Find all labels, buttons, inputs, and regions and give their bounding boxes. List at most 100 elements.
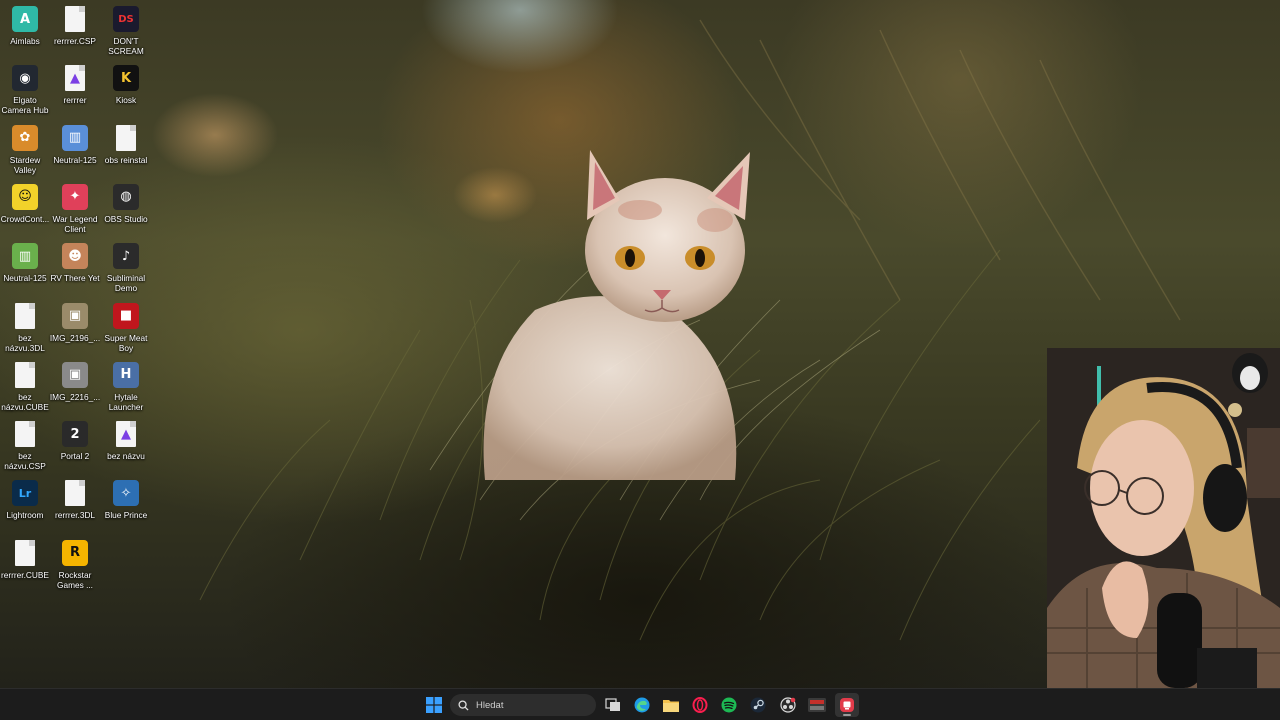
desktop-icon-image-file[interactable]: ▣ IMG_2196_... — [50, 297, 100, 343]
active-indicator — [843, 714, 851, 716]
subliminal-icon: ♪ — [113, 243, 139, 270]
kiosk-icon: K — [113, 65, 139, 92]
desktop-icon-label: CrowdCont... — [0, 213, 50, 224]
desktop-icon-rv-there-yet[interactable]: ☻ RV There Yet — [50, 237, 100, 283]
desktop-icon-affinity-file[interactable]: ▲ rerrrer — [50, 59, 100, 105]
desktop-icon-stardew-valley[interactable]: ✿ Stardew Valley — [0, 119, 50, 175]
desktop-icon-label: Neutral-125 — [3, 273, 47, 284]
file-icon — [65, 6, 85, 32]
image-file-icon: ▣ — [62, 361, 88, 388]
streamer-video — [1047, 348, 1280, 688]
desktop-icon-lightroom[interactable]: Lr Lightroom — [0, 474, 50, 520]
desktop-icon-label: IMG_2216_... — [49, 391, 101, 402]
elgato-camera-icon: ◉ — [12, 65, 38, 92]
lightroom-icon: Lr — [12, 480, 38, 507]
desktop-icon-label: War Legend Client — [52, 213, 98, 234]
taskbar-search[interactable]: Hledat — [450, 694, 596, 716]
desktop-icon-label: Blue Prince — [104, 510, 148, 521]
war-legend-icon: ✦ — [62, 183, 88, 210]
neutral-palette-icon: ▥ — [12, 243, 38, 270]
steam-button[interactable] — [746, 693, 770, 717]
desktop-icon-label: IMG_2196_... — [49, 332, 101, 343]
desktop-icon-file[interactable]: bez názvu.3DL — [0, 297, 50, 353]
desktop-icon-portal-2[interactable]: 2 Portal 2 — [50, 415, 100, 461]
dont-scream-icon: DS — [113, 6, 139, 32]
spotify-icon — [721, 697, 737, 713]
desktop-icon-label: Stardew Valley — [9, 154, 41, 175]
desktop-icon-file[interactable]: rerrrer.CSP — [50, 0, 100, 46]
stardew-valley-icon: ✿ — [12, 124, 38, 151]
task-view-button[interactable] — [601, 693, 625, 717]
desktop-icon-label: Neutral-125 — [53, 154, 97, 165]
rockstar-games-icon: R — [62, 539, 88, 566]
app-icon — [840, 698, 854, 712]
desktop-icon-label: Portal 2 — [60, 451, 90, 462]
edge-button[interactable] — [630, 693, 654, 717]
desktop-icon-label: RV There Yet — [50, 273, 100, 284]
desktop-icon-label: rerrrer.CUBE — [1, 569, 49, 580]
taskbar: Hledat — [0, 688, 1280, 720]
desktop-icon-file[interactable]: rerrrer.3DL — [50, 474, 100, 520]
crowdcontrol-icon: ☺ — [12, 183, 38, 210]
affinity-file-icon: ▲ — [116, 421, 136, 448]
desktop-icon-label: rerrrer.3DL — [54, 510, 96, 521]
spotify-button[interactable] — [717, 693, 741, 717]
desktop-icon-label: bez názvu.3DL — [5, 332, 45, 353]
affinity-file-icon: ▲ — [65, 65, 85, 92]
desktop-icon-super-meat-boy[interactable]: ■ Super Meat Boy — [101, 297, 151, 353]
start-button[interactable] — [422, 693, 446, 717]
desktop-icon-aimlabs[interactable]: A Aimlabs — [0, 0, 50, 46]
desktop-icon-json-file[interactable]: obs reinstal — [101, 119, 151, 165]
desktop-icon-kiosk[interactable]: K Kiosk — [101, 59, 151, 105]
desktop-icon-label: obs reinstal — [104, 154, 148, 165]
webcam-overlay — [1047, 348, 1280, 688]
desktop-icon-blue-prince[interactable]: ✧ Blue Prince — [101, 474, 151, 520]
rv-there-yet-icon: ☻ — [62, 243, 88, 270]
blue-prince-icon: ✧ — [113, 480, 139, 507]
desktop-icon-elgato-camera[interactable]: ◉ Elgato Camera Hub — [0, 59, 50, 115]
desktop-icon-label: bez názvu.CUBE — [1, 391, 49, 412]
desktop-icon-image-file[interactable]: ▣ IMG_2216_... — [50, 356, 100, 402]
image-file-icon: ▣ — [62, 302, 88, 329]
opera-gx-button[interactable] — [688, 693, 712, 717]
super-meat-boy-icon: ■ — [113, 302, 139, 329]
desktop-icon-label: Subliminal Demo — [106, 273, 146, 294]
search-icon — [458, 699, 469, 711]
file-icon — [65, 480, 85, 507]
desktop-icon-neutral-palette[interactable]: ▥ Neutral-125 — [0, 237, 50, 283]
file-explorer-button[interactable] — [659, 693, 683, 717]
desktop-icon-file[interactable]: rerrrer.CUBE — [0, 534, 50, 580]
desktop-icon-dont-scream[interactable]: DS DON'T SCREAM — [101, 0, 151, 56]
desktop-icon-file[interactable]: bez názvu.CUBE — [0, 356, 50, 412]
desktop-icon-label: Rockstar Games ... — [57, 569, 93, 590]
search-placeholder: Hledat — [476, 699, 504, 711]
desktop-icon-label: rerrrer.CSP — [54, 36, 96, 46]
hytale-icon: H — [113, 361, 139, 388]
task-view-icon — [605, 698, 620, 711]
desktop-icon-rockstar-games[interactable]: R Rockstar Games ... — [50, 534, 100, 590]
desktop-icon-subliminal[interactable]: ♪ Subliminal Demo — [101, 237, 151, 293]
cat-photo — [483, 150, 750, 480]
neutral-palette-icon: ▥ — [62, 124, 88, 151]
active-app-button[interactable] — [835, 693, 859, 717]
obs-studio-icon: ◍ — [113, 183, 139, 210]
streamer-app-button[interactable] — [805, 693, 829, 717]
desktop-icon-label: Lightroom — [6, 510, 44, 521]
desktop-icon-label: bez názvu — [107, 451, 145, 462]
desktop-icon-file[interactable]: bez názvu.CSP — [0, 415, 50, 471]
desktop-icon-war-legend[interactable]: ✦ War Legend Client — [50, 178, 100, 234]
desktop-icon-label: Hytale Launcher — [108, 391, 144, 412]
file-icon — [15, 539, 35, 566]
edge-icon — [634, 697, 650, 713]
file-icon — [15, 361, 35, 388]
desktop-icon-neutral-palette[interactable]: ▥ Neutral-125 — [50, 119, 100, 165]
file-icon — [15, 302, 35, 329]
desktop-icon-label: OBS Studio — [104, 213, 148, 224]
desktop-icon-obs-studio[interactable]: ◍ OBS Studio — [101, 178, 151, 224]
obs-button[interactable] — [776, 693, 800, 717]
desktop-icon-label: bez názvu.CSP — [4, 451, 46, 472]
desktop-icon-hytale[interactable]: H Hytale Launcher — [101, 356, 151, 412]
desktop-icon-crowdcontrol[interactable]: ☺ CrowdCont... — [0, 178, 50, 224]
desktop-icon-label: Elgato Camera Hub — [1, 95, 49, 116]
desktop-icon-affinity-file[interactable]: ▲ bez názvu — [101, 415, 151, 461]
